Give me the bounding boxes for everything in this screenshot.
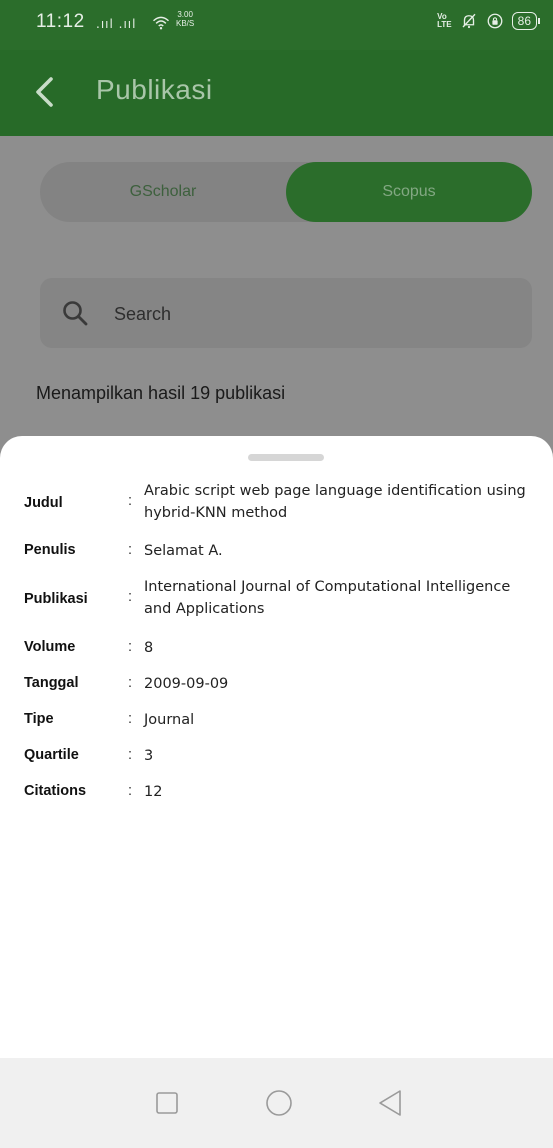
tab-gscholar[interactable]: GScholar — [40, 162, 286, 222]
app-bar: Publikasi — [0, 50, 553, 136]
detail-label-volume: Volume — [24, 639, 76, 655]
back-nav-icon[interactable] — [374, 1086, 408, 1120]
drag-handle[interactable] — [248, 454, 324, 461]
recent-apps-icon[interactable] — [150, 1086, 184, 1120]
detail-value-penulis: Selamat A. — [144, 543, 223, 559]
search-icon — [63, 301, 88, 326]
network-speed: 3.00 KB/S — [176, 10, 194, 28]
detail-colon: : — [128, 493, 133, 509]
detail-colon: : — [128, 675, 133, 691]
detail-label-tipe: Tipe — [24, 711, 54, 727]
detail-label-penulis: Penulis — [24, 542, 76, 558]
detail-colon: : — [128, 711, 133, 727]
notifications-off-icon — [462, 13, 476, 29]
tab-scopus[interactable]: Scopus — [286, 162, 532, 222]
detail-colon: : — [128, 747, 133, 763]
volte-bottom: LTE — [437, 20, 452, 29]
detail-colon: : — [128, 783, 133, 799]
home-icon[interactable] — [262, 1086, 296, 1120]
back-arrow-icon[interactable] — [34, 76, 56, 108]
network-speed-value: 3.00 — [177, 10, 193, 19]
detail-colon: : — [128, 639, 133, 655]
detail-value-publikasi: International Journal of Computational I… — [144, 579, 511, 617]
system-nav-bar — [0, 1058, 553, 1148]
search-box[interactable] — [40, 278, 532, 350]
detail-value-tanggal: 2009-09-09 — [144, 676, 229, 692]
network-speed-unit: KB/S — [176, 19, 195, 28]
wifi-icon — [152, 16, 170, 30]
page-title: Publikasi — [96, 74, 213, 105]
detail-colon: : — [128, 542, 133, 558]
detail-row-tipe: Tipe : Journal — [24, 709, 539, 733]
detail-row-citations: Citations : 12 — [24, 781, 539, 805]
detail-value-citations: 12 — [144, 784, 163, 800]
status-icons-right: Vo LTE 86 — [437, 12, 541, 30]
detail-label-judul: Judul — [24, 495, 63, 511]
volte-icon: Vo LTE — [437, 13, 452, 29]
detail-label-publikasi: Publikasi — [24, 591, 88, 607]
detail-label-tanggal: Tanggal — [24, 675, 79, 691]
result-count: Menampilkan hasil 19 publikasi — [36, 383, 286, 403]
status-bar: 11:12 .ııl .ııl 3.00 KB/S Vo LTE 86 — [0, 0, 553, 50]
signal-strength-icon: .ııl .ııl — [96, 17, 137, 31]
detail-row-judul: Judul : Arabic script web page language … — [24, 480, 539, 528]
detail-value-quartile: 3 — [144, 748, 154, 764]
detail-label-citations: Citations — [24, 783, 87, 799]
detail-value-volume: 8 — [144, 640, 154, 656]
detail-row-penulis: Penulis : Selamat A. — [24, 540, 539, 564]
source-tabs: GScholar Scopus — [40, 162, 532, 222]
publication-detail-sheet: Judul : Arabic script web page language … — [0, 436, 553, 1058]
battery-icon: 86 — [511, 12, 541, 30]
detail-value-tipe: Journal — [144, 712, 195, 728]
detail-row-quartile: Quartile : 3 — [24, 745, 539, 769]
lock-rotation-icon — [487, 13, 503, 29]
detail-label-quartile: Quartile — [24, 747, 79, 763]
status-time: 11:12 — [36, 11, 85, 32]
search-input[interactable] — [112, 278, 516, 350]
detail-row-volume: Volume : 8 — [24, 637, 539, 661]
detail-row-publikasi: Publikasi : International Journal of Com… — [24, 576, 539, 624]
detail-colon: : — [128, 589, 133, 605]
detail-row-tanggal: Tanggal : 2009-09-09 — [24, 673, 539, 697]
detail-value-judul: Arabic script web page language identifi… — [144, 483, 526, 521]
